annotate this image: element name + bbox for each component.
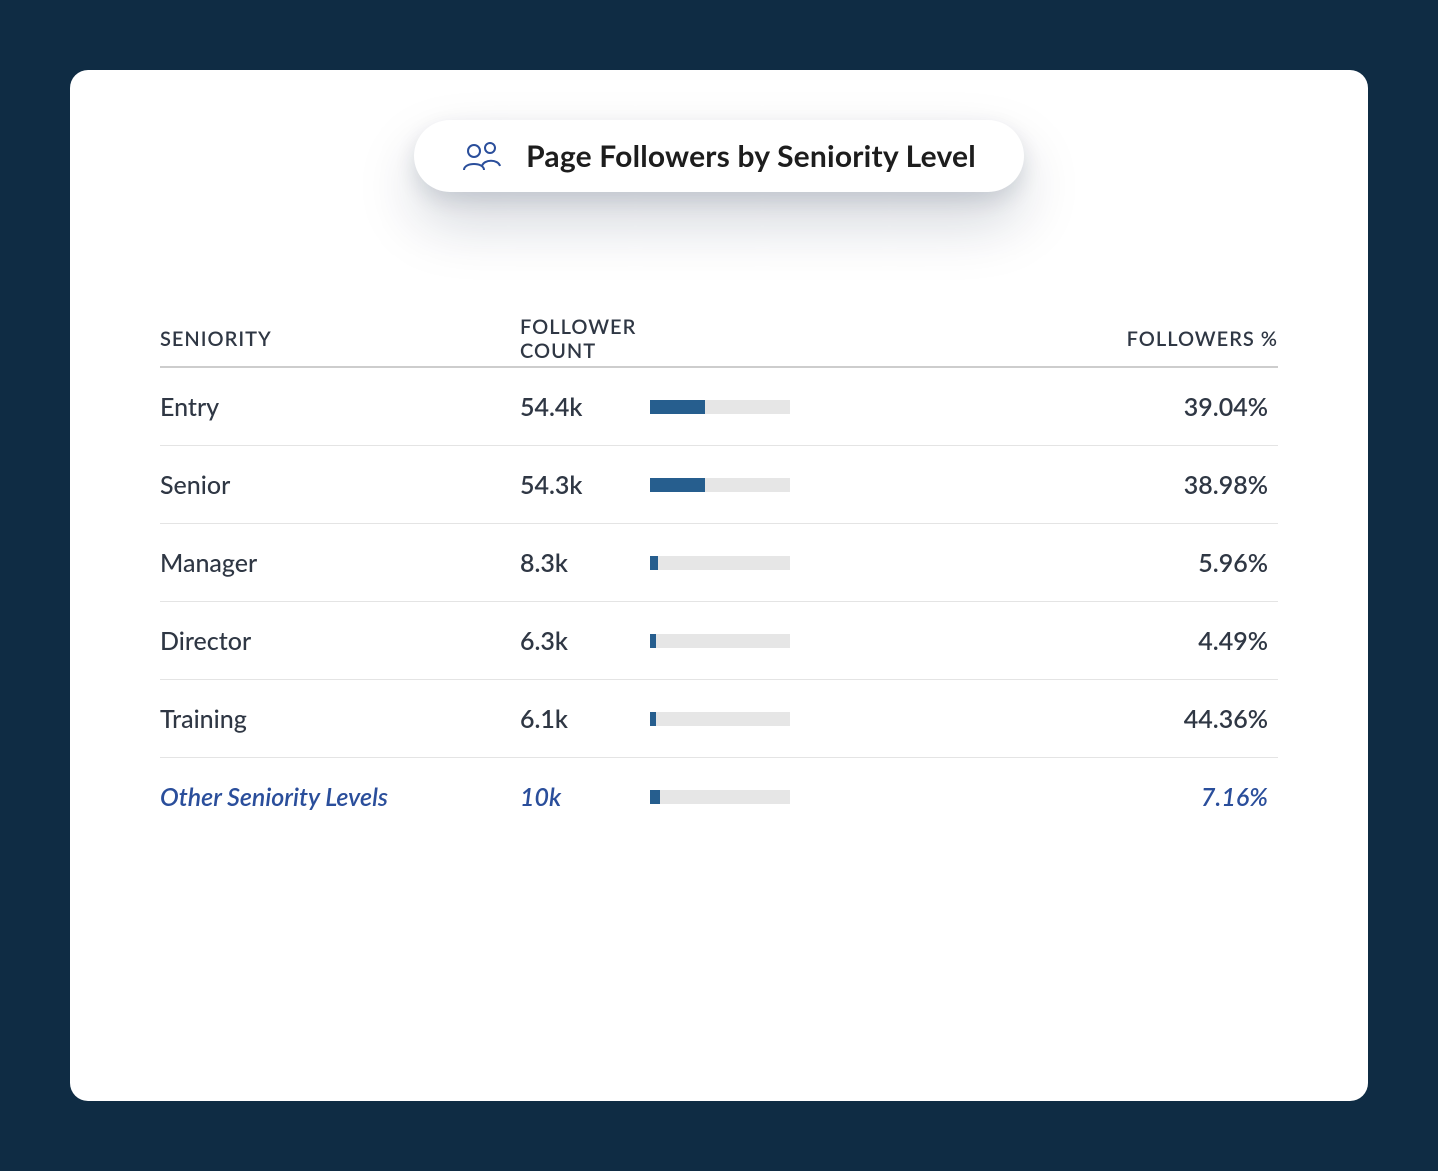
seniority-name: Senior [160,470,520,500]
card-header: Page Followers by Seniority Level [414,120,1024,192]
follower-count: 10k [520,782,650,812]
bar-track [650,400,790,414]
col-seniority: SENIORITY [160,327,520,351]
bar-cell [650,790,830,804]
bar-cell [650,634,830,648]
table-row: Manager8.3k 5.96% [160,524,1278,602]
followers-pct: 38.98% [830,470,1278,500]
card-title: Page Followers by Seniority Level [526,138,976,174]
follower-count: 54.3k [520,470,650,500]
table-row: Entry54.4k 39.04% [160,368,1278,446]
bar-fill [650,478,705,492]
bar-fill [650,712,656,726]
followers-card: Page Followers by Seniority Level SENIOR… [70,70,1368,1101]
followers-pct: 5.96% [830,548,1278,578]
bar-fill [650,400,705,414]
seniority-name: Entry [160,392,520,422]
seniority-name: Training [160,704,520,734]
bar-fill [650,790,660,804]
seniority-name: Director [160,626,520,656]
table-row: Other Seniority Levels10k 7.16% [160,758,1278,836]
bar-cell [650,556,830,570]
follower-count: 6.1k [520,704,650,734]
people-icon [462,140,504,172]
seniority-name: Other Seniority Levels [160,782,520,812]
table-row: Training6.1k 44.36% [160,680,1278,758]
followers-pct: 7.16% [830,782,1278,812]
seniority-name: Manager [160,548,520,578]
bar-cell [650,478,830,492]
bar-cell [650,400,830,414]
follower-count: 8.3k [520,548,650,578]
bar-track [650,634,790,648]
bar-track [650,790,790,804]
bar-track [650,556,790,570]
followers-pct: 4.49% [830,626,1278,656]
follower-count: 6.3k [520,626,650,656]
col-follower-count: FOLLOWER COUNT [520,315,650,363]
follower-count: 54.4k [520,392,650,422]
col-followers-pct: FOLLOWERS % [830,327,1278,351]
table-header-row: SENIORITY FOLLOWER COUNT FOLLOWERS % [160,312,1278,368]
followers-table: SENIORITY FOLLOWER COUNT FOLLOWERS % Ent… [160,312,1278,836]
bar-cell [650,712,830,726]
bar-track [650,478,790,492]
followers-pct: 44.36% [830,704,1278,734]
bar-fill [650,556,658,570]
followers-pct: 39.04% [830,392,1278,422]
table-row: Senior54.3k 38.98% [160,446,1278,524]
table-row: Director6.3k 4.49% [160,602,1278,680]
bar-track [650,712,790,726]
bar-fill [650,634,656,648]
